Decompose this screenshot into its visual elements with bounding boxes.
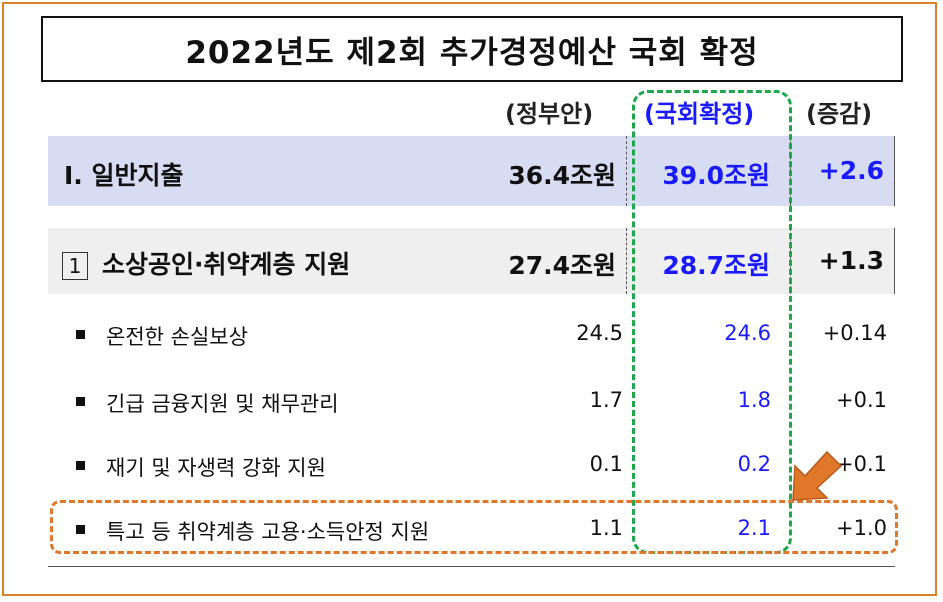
column-divider (626, 228, 627, 294)
small-business-change: +1.3 (818, 246, 884, 275)
item-government: 0.1 (589, 452, 623, 476)
column-divider (626, 136, 627, 206)
page-title: 2022년도 제2회 추가경정예산 국회 확정 (41, 16, 903, 82)
general-expenditure-label: Ⅰ. 일반지출 (64, 161, 184, 190)
national-assembly-highlight (632, 90, 792, 554)
item-label: 온전한 손실보상 (106, 325, 248, 349)
header-change: (증감) (806, 100, 873, 128)
small-business-label: 소상공인·취약계층 지원 (102, 250, 351, 279)
bullet-icon (76, 330, 85, 339)
item-label: 재기 및 자생력 강화 지원 (106, 456, 326, 480)
general-expenditure-government: 36.4조원 (508, 161, 616, 190)
item-change: +0.1 (836, 388, 887, 412)
header-government: (정부안) (505, 100, 594, 128)
down-left-arrow-icon (792, 450, 843, 501)
bullet-icon (76, 461, 85, 470)
small-business-title: 1 소상공인·취약계층 지원 (62, 245, 350, 281)
section-number-box: 1 (62, 252, 88, 280)
small-business-government: 27.4조원 (508, 251, 616, 280)
item-label: 긴급 금융지원 및 채무관리 (106, 392, 339, 416)
item-government: 24.5 (576, 321, 623, 345)
table-bottom-rule (48, 566, 895, 567)
item-government: 1.7 (589, 388, 623, 412)
item-change: +0.14 (822, 321, 887, 345)
employment-row-highlight (50, 500, 898, 554)
bullet-icon (76, 397, 85, 406)
general-expenditure-change: +2.6 (818, 156, 884, 185)
